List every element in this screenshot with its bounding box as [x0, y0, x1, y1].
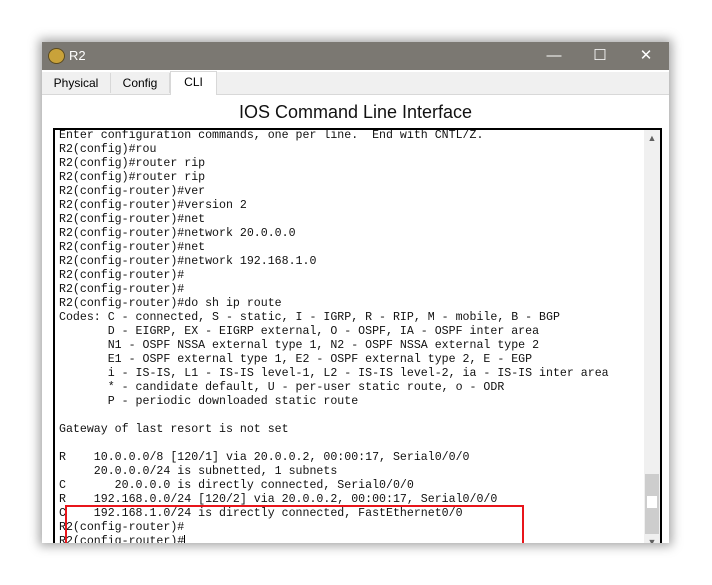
- page-title: IOS Command Line Interface: [238, 102, 473, 122]
- terminal-line: R2(config-router)#net: [59, 241, 206, 254]
- terminal-line: R2(config-router)#ver: [59, 185, 206, 198]
- router-window: R2 — ☐ ✕ Physical Config CLI IOS Command…: [42, 42, 669, 543]
- terminal-line: R2(config)#rou: [59, 143, 157, 156]
- terminal-line: Gateway of last resort is not set: [59, 423, 289, 436]
- terminal-line: C 20.0.0.0 is directly connected, Serial…: [59, 479, 414, 492]
- terminal-line: Codes: C - connected, S - static, I - IG…: [59, 311, 560, 324]
- terminal-output[interactable]: Enter configuration commands, one per li…: [59, 129, 609, 543]
- terminal-line: E1 - OSPF external type 1, E2 - OSPF ext…: [59, 353, 533, 366]
- terminal-line: D - EIGRP, EX - EIGRP external, O - OSPF…: [59, 325, 540, 338]
- thumb-grip: [647, 496, 657, 508]
- terminal-line: R2(config-router)#version 2: [59, 199, 247, 212]
- scrollbar-thumb[interactable]: [645, 474, 659, 534]
- tab-config[interactable]: Config: [111, 73, 170, 93]
- terminal-line: R2(config-router)#: [59, 269, 185, 282]
- scroll-down-icon[interactable]: ▼: [644, 534, 660, 543]
- terminal-line: Enter configuration commands, one per li…: [59, 129, 484, 142]
- tab-physical[interactable]: Physical: [42, 73, 111, 93]
- terminal-line: R2(config-router)#: [59, 283, 185, 296]
- packet-tracer-router-icon: [48, 48, 65, 64]
- scroll-up-icon[interactable]: ▲: [644, 130, 660, 146]
- terminal-scrollbar[interactable]: ▲ ▼: [644, 130, 660, 543]
- close-icon[interactable]: ✕: [623, 42, 669, 70]
- minimize-icon[interactable]: —: [531, 42, 577, 70]
- tab-bar: Physical Config CLI: [42, 71, 669, 95]
- terminal-line: i - IS-IS, L1 - IS-IS level-1, L2 - IS-I…: [59, 367, 609, 380]
- terminal-line: * - candidate default, U - per-user stat…: [59, 381, 505, 394]
- terminal-line: P - periodic downloaded static route: [59, 395, 359, 408]
- tab-cli[interactable]: CLI: [170, 71, 217, 95]
- terminal-line: R2(config-router)#network 192.168.1.0: [59, 255, 317, 268]
- title-bar[interactable]: R2 — ☐ ✕: [42, 42, 669, 70]
- terminal-line: R2(config-router)#do sh ip route: [59, 297, 282, 310]
- terminal-line: R 10.0.0.0/8 [120/1] via 20.0.0.2, 00:00…: [59, 451, 470, 464]
- cli-terminal[interactable]: Enter configuration commands, one per li…: [53, 128, 662, 543]
- terminal-line: 20.0.0.0/24 is subnetted, 1 subnets: [59, 465, 338, 478]
- window-title: R2: [69, 48, 86, 63]
- maximize-icon[interactable]: ☐: [577, 42, 623, 70]
- terminal-line: R2(config-router)#net: [59, 213, 206, 226]
- terminal-line: R2(config)#router rip: [59, 171, 206, 184]
- terminal-line: R2(config)#router rip: [59, 157, 206, 170]
- terminal-line: N1 - OSPF NSSA external type 1, N2 - OSP…: [59, 339, 540, 352]
- routing-table-highlight: [65, 505, 524, 543]
- terminal-line: R2(config-router)#network 20.0.0.0: [59, 227, 296, 240]
